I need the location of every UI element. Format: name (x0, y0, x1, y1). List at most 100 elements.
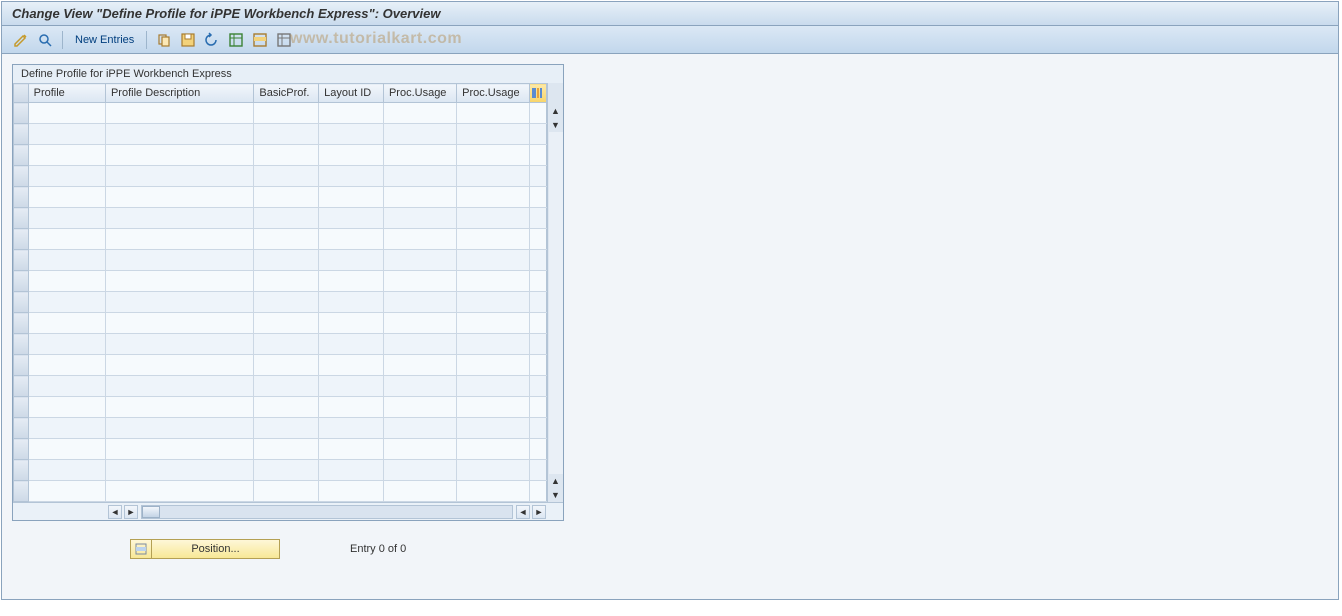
cell[interactable] (28, 376, 105, 397)
new-entries-button[interactable]: New Entries (71, 32, 138, 48)
cell[interactable] (457, 124, 530, 145)
hscroll-track[interactable] (141, 505, 513, 519)
cell[interactable] (254, 271, 319, 292)
cell[interactable] (319, 124, 384, 145)
row-selector[interactable] (14, 460, 29, 481)
scroll-up-icon[interactable]: ▲ (549, 104, 563, 118)
cell[interactable] (105, 124, 253, 145)
save-icon[interactable] (179, 31, 197, 49)
table-row[interactable] (14, 460, 547, 481)
cell[interactable] (254, 208, 319, 229)
select-block-icon[interactable] (251, 31, 269, 49)
copy-icon[interactable] (155, 31, 173, 49)
cell[interactable] (383, 250, 456, 271)
cell[interactable] (28, 313, 105, 334)
cell[interactable] (254, 187, 319, 208)
hscroll-thumb[interactable] (142, 506, 160, 518)
cell[interactable] (319, 418, 384, 439)
table-row[interactable] (14, 334, 547, 355)
cell[interactable] (383, 229, 456, 250)
cell[interactable] (457, 313, 530, 334)
cell[interactable] (319, 187, 384, 208)
cell[interactable] (254, 313, 319, 334)
cell[interactable] (28, 355, 105, 376)
cell[interactable] (28, 334, 105, 355)
cell[interactable] (105, 481, 253, 502)
cell[interactable] (319, 292, 384, 313)
cell[interactable] (254, 355, 319, 376)
cell[interactable] (319, 334, 384, 355)
cell[interactable] (254, 334, 319, 355)
cell[interactable] (319, 376, 384, 397)
cell[interactable] (254, 229, 319, 250)
cell[interactable] (319, 145, 384, 166)
cell[interactable] (254, 481, 319, 502)
cell[interactable] (319, 460, 384, 481)
cell[interactable] (105, 418, 253, 439)
table-row[interactable] (14, 250, 547, 271)
cell[interactable] (254, 292, 319, 313)
cell[interactable] (383, 103, 456, 124)
cell[interactable] (254, 439, 319, 460)
cell[interactable] (105, 250, 253, 271)
table-row[interactable] (14, 124, 547, 145)
cell[interactable] (105, 460, 253, 481)
table-row[interactable] (14, 229, 547, 250)
cell[interactable] (28, 103, 105, 124)
col-layout-id[interactable]: Layout ID (319, 84, 384, 103)
cell[interactable] (457, 250, 530, 271)
cell[interactable] (105, 439, 253, 460)
cell[interactable] (28, 124, 105, 145)
table-row[interactable] (14, 145, 547, 166)
scroll-up2-icon[interactable]: ▼ (549, 118, 563, 132)
cell[interactable] (28, 418, 105, 439)
row-selector[interactable] (14, 166, 29, 187)
cell[interactable] (28, 271, 105, 292)
cell[interactable] (383, 292, 456, 313)
cell[interactable] (28, 397, 105, 418)
cell[interactable] (254, 124, 319, 145)
cell[interactable] (319, 271, 384, 292)
cell[interactable] (383, 355, 456, 376)
cell[interactable] (28, 292, 105, 313)
row-selector[interactable] (14, 439, 29, 460)
cell[interactable] (319, 229, 384, 250)
row-selector[interactable] (14, 229, 29, 250)
cell[interactable] (457, 103, 530, 124)
cell[interactable] (254, 166, 319, 187)
cell[interactable] (28, 187, 105, 208)
cell[interactable] (319, 250, 384, 271)
cell[interactable] (105, 229, 253, 250)
cell[interactable] (319, 208, 384, 229)
scroll-right2-icon[interactable]: ► (532, 505, 546, 519)
scroll-left2-icon[interactable]: ► (124, 505, 138, 519)
cell[interactable] (383, 460, 456, 481)
undo-icon[interactable] (203, 31, 221, 49)
cell[interactable] (383, 187, 456, 208)
row-selector[interactable] (14, 145, 29, 166)
cell[interactable] (319, 439, 384, 460)
cell[interactable] (457, 229, 530, 250)
cell[interactable] (457, 481, 530, 502)
col-proc-usage-2[interactable]: Proc.Usage (457, 84, 530, 103)
cell[interactable] (319, 313, 384, 334)
scroll-track[interactable] (549, 132, 563, 474)
cell[interactable] (105, 187, 253, 208)
table-row[interactable] (14, 166, 547, 187)
cell[interactable] (383, 418, 456, 439)
cell[interactable] (28, 166, 105, 187)
scroll-down2-icon[interactable]: ▼ (549, 488, 563, 502)
row-selector[interactable] (14, 481, 29, 502)
select-all-icon[interactable] (227, 31, 245, 49)
cell[interactable] (254, 376, 319, 397)
col-description[interactable]: Profile Description (105, 84, 253, 103)
cell[interactable] (319, 166, 384, 187)
table-settings-button[interactable] (530, 84, 547, 103)
cell[interactable] (105, 355, 253, 376)
cell[interactable] (28, 145, 105, 166)
cell[interactable] (319, 481, 384, 502)
cell[interactable] (254, 418, 319, 439)
cell[interactable] (383, 271, 456, 292)
cell[interactable] (383, 145, 456, 166)
cell[interactable] (457, 418, 530, 439)
